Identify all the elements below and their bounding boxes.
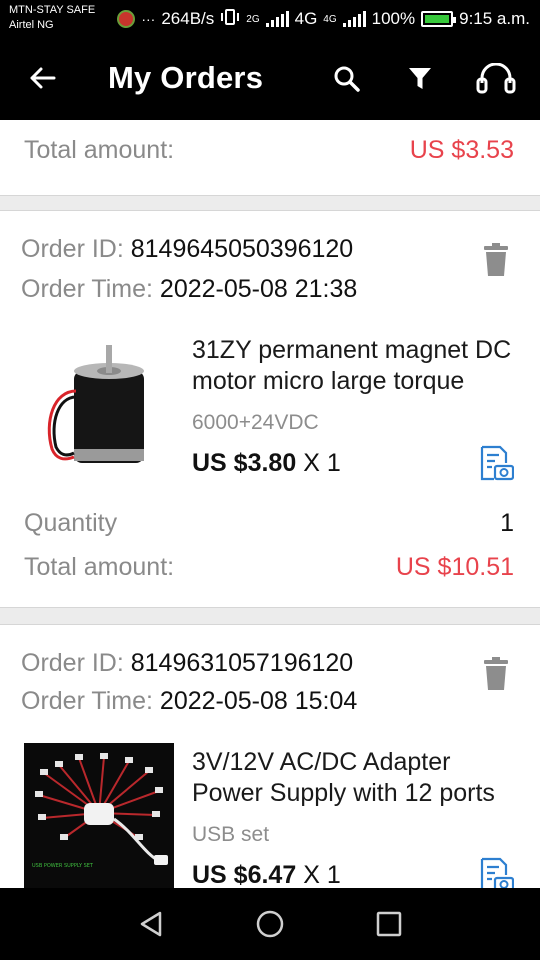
- total-label: Total amount:: [24, 136, 175, 164]
- app-bar: My Orders: [0, 38, 540, 120]
- status-icons: ··· 264B/s 2G 4G 4G 100% 9:15 a.m.: [117, 6, 530, 32]
- back-button[interactable]: [22, 58, 62, 98]
- nav-back-button[interactable]: [121, 902, 181, 946]
- order-time-value: 2022-05-08 15:04: [159, 687, 358, 715]
- battery-percent: 100%: [371, 9, 416, 28]
- product-price: US $3.80: [192, 449, 297, 477]
- product-title[interactable]: 3V/12V AC/DC Adapter Power Supply with 1…: [192, 747, 514, 809]
- quantity-row: Quantity 1: [24, 120, 514, 121]
- carrier-info: MTN-STAY SAFE Airtel NG: [9, 3, 95, 33]
- carrier-name-1: MTN-STAY SAFE: [9, 4, 96, 16]
- nav-home-icon: [256, 910, 284, 938]
- search-icon: [334, 66, 360, 92]
- quantity-row: Quantity 1: [24, 509, 514, 538]
- orders-list[interactable]: Quantity 1 Total amount: US $3.53 Order …: [0, 120, 540, 888]
- times-sign: X: [296, 861, 327, 888]
- order-snapshot-icon[interactable]: [478, 857, 514, 888]
- order-card[interactable]: Quantity 1 Total amount: US $3.53: [0, 120, 540, 196]
- nav-home-button[interactable]: [240, 902, 300, 946]
- status-bar: MTN-STAY SAFE Airtel NG ··· 264B/s 2G 4G…: [0, 0, 540, 38]
- more-notifications-icon: ···: [141, 11, 156, 27]
- search-button[interactable]: [325, 58, 369, 100]
- delete-order-icon[interactable]: [482, 243, 510, 277]
- battery-icon: [421, 11, 457, 27]
- product-price: US $6.47: [192, 861, 297, 888]
- product-price-line: US $3.80 X 1: [192, 449, 341, 478]
- quantity-label: Quantity: [24, 120, 117, 121]
- total-value: US $3.53: [409, 136, 514, 164]
- product-variant: USB set: [192, 823, 270, 846]
- nav-recents-button[interactable]: [359, 902, 419, 946]
- network-4g-label: 4G: [294, 9, 318, 28]
- product-qty: 1: [326, 861, 341, 888]
- total-row: Total amount: US $10.51: [24, 553, 514, 582]
- order-time-line: Order Time: 2022-05-08 15:04: [21, 687, 357, 716]
- signal-2g-label: 2G: [246, 13, 260, 25]
- order-snapshot-icon[interactable]: [478, 445, 514, 481]
- order-time-label: Order Time:: [21, 687, 160, 715]
- headset-icon: [476, 63, 516, 94]
- product-title[interactable]: 31ZY permanent magnet DC motor micro lar…: [192, 335, 514, 397]
- signal-4g-label: 4G: [323, 13, 337, 25]
- order-time-line: Order Time: 2022-05-08 21:38: [21, 275, 357, 304]
- order-time-value: 2022-05-08 21:38: [159, 275, 358, 303]
- order-id-value: 8149645050396120: [130, 235, 354, 263]
- nav-back-icon: [140, 911, 162, 937]
- back-arrow-icon: [30, 67, 56, 89]
- signal-strength-icon-1: [265, 11, 289, 27]
- nav-recents-icon: [376, 911, 402, 937]
- filter-icon: [409, 68, 431, 89]
- total-row: Total amount: US $3.53: [24, 136, 514, 165]
- delete-order-icon[interactable]: [482, 657, 510, 691]
- product-image-caption: USB POWER SUPPLY SET: [32, 863, 94, 869]
- customer-service-button[interactable]: [474, 58, 518, 100]
- product-image-adapter[interactable]: USB POWER SUPPLY SET: [24, 743, 174, 888]
- order-card[interactable]: Order ID: 8149645050396120 Order Time: 2…: [0, 210, 540, 608]
- notification-app-icon: [117, 10, 136, 28]
- network-speed: 264B/s: [161, 9, 215, 28]
- signal-strength-icon-2: [342, 11, 366, 27]
- order-id-value: 8149631057196120: [130, 649, 354, 677]
- filter-button[interactable]: [398, 58, 442, 100]
- quantity-value: 1: [500, 509, 514, 537]
- vibrate-icon: [220, 8, 240, 31]
- product-variant: 6000+24VDC: [192, 411, 319, 434]
- page-title: My Orders: [108, 60, 264, 95]
- order-id-line: Order ID: 8149631057196120: [21, 649, 353, 678]
- product-qty: 1: [326, 449, 341, 477]
- product-image-motor[interactable]: [24, 331, 174, 481]
- clock: 9:15 a.m.: [459, 9, 530, 28]
- system-nav-bar: [0, 888, 540, 960]
- quantity-label: Quantity: [24, 509, 118, 537]
- product-price-line: US $6.47 X 1: [192, 861, 341, 888]
- order-id-label: Order ID:: [21, 235, 131, 263]
- times-sign: X: [296, 449, 327, 477]
- quantity-value: 1: [500, 120, 514, 121]
- carrier-name-2: Airtel NG: [9, 19, 54, 31]
- total-value: US $10.51: [395, 553, 514, 581]
- order-id-label: Order ID:: [21, 649, 131, 677]
- order-card[interactable]: Order ID: 8149631057196120 Order Time: 2…: [0, 624, 540, 888]
- order-id-line: Order ID: 8149645050396120: [21, 235, 353, 264]
- total-label: Total amount:: [24, 553, 175, 581]
- order-time-label: Order Time:: [21, 275, 160, 303]
